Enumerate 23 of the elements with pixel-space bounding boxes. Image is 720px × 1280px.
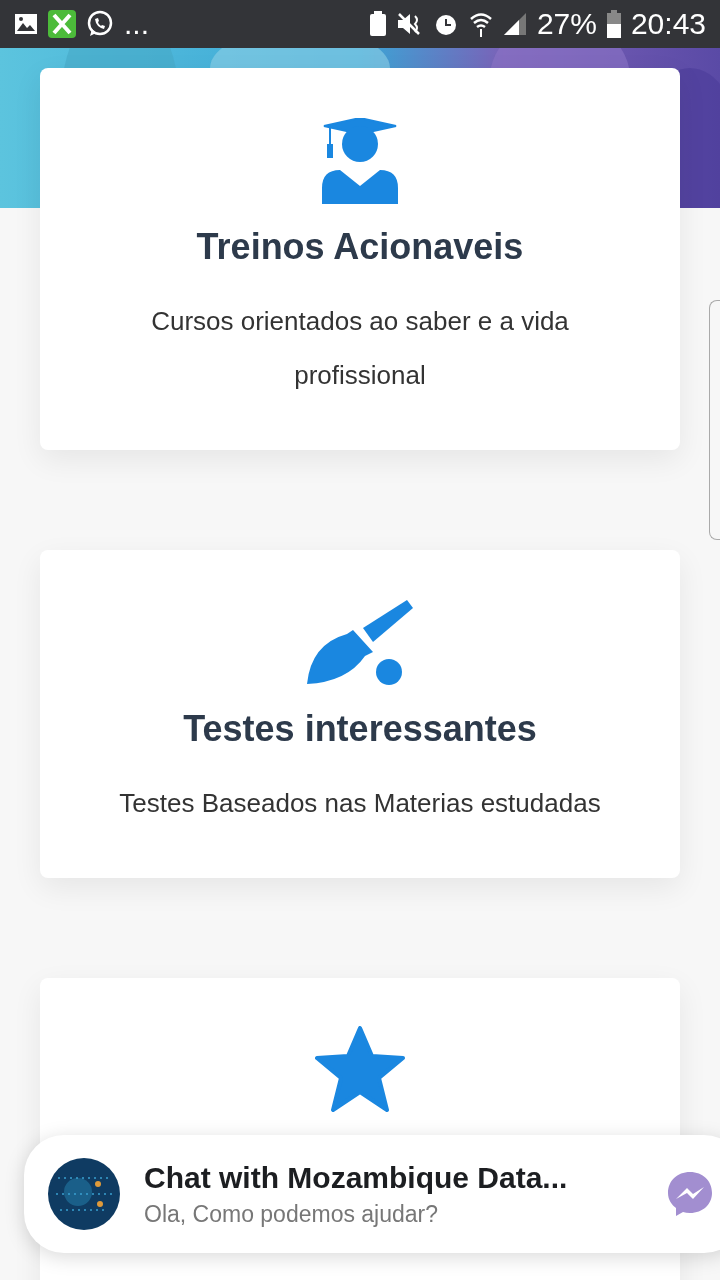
chat-title: Chat with Mozambique Data... (144, 1160, 569, 1195)
battery-saver-icon (368, 11, 387, 37)
battery-percent: 27% (536, 9, 597, 39)
image-icon (14, 13, 38, 35)
signal-icon (502, 12, 527, 36)
app-icon (48, 10, 76, 38)
messenger-icon[interactable] (666, 1170, 714, 1218)
chat-popup[interactable]: Chat with Mozambique Data... Ola, Como podemos ajudar? (24, 1135, 720, 1253)
whatsapp-icon (86, 10, 114, 38)
clock-time: 20:43 (630, 9, 706, 39)
logo-icon (48, 1158, 120, 1230)
card-title: Testes interessantes (183, 708, 537, 750)
notification-more: ... (124, 9, 149, 39)
scroll-tab[interactable] (709, 300, 720, 540)
graduate-icon (322, 118, 398, 204)
wifi-icon (468, 11, 493, 37)
chat-subtitle: Ola, Como podemos ajudar? (144, 1200, 440, 1228)
brush-icon (307, 600, 413, 686)
battery-icon (606, 10, 621, 38)
star-icon (315, 1026, 405, 1112)
card-text: Testes Baseados nas Materias estudadas (119, 787, 601, 820)
card-text: Cursos orientados ao saber e a vida profissional (150, 305, 570, 392)
card-title: Treinos Acionaveis (196, 226, 524, 268)
